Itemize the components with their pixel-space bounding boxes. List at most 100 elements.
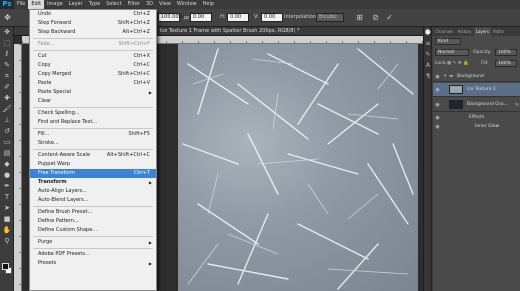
menu-item-define-brush[interactable]: Define Brush Preset... (30, 208, 156, 217)
layer-group-background[interactable]: ◉ ▾ ▬ Background (433, 72, 520, 82)
menu-item-define-pattern[interactable]: Define Pattern... (30, 217, 156, 226)
menu-item-step-backward[interactable]: Step Backward Alt+Ctrl+Z (30, 28, 156, 37)
menu-item-auto-blend[interactable]: Auto-Blend Layers... (30, 196, 156, 205)
menu-item-cut[interactable]: Cut Ctrl+X (30, 52, 156, 61)
chevron-down-icon[interactable]: ▾ (444, 74, 446, 79)
eye-icon[interactable]: ◉ (434, 124, 441, 130)
move-icon[interactable]: ✥ (0, 27, 14, 38)
properties-panel-icon[interactable]: ≡ (424, 38, 432, 49)
menu-edit[interactable]: Edit (28, 0, 45, 9)
foreground-color-swatch[interactable] (2, 263, 9, 270)
menu-image[interactable]: Image (44, 0, 66, 9)
commit-transform-icon[interactable]: ✓ (384, 12, 395, 23)
vertical-ruler (14, 44, 22, 291)
menu-item-paste-special[interactable]: Paste Special ▶ (30, 88, 156, 97)
stamp-icon[interactable]: ⊥ (0, 115, 14, 126)
panel-tabs: Channels History Layers Paths (433, 27, 520, 36)
lasso-icon[interactable]: ℓ (0, 49, 14, 60)
type-icon[interactable]: T (0, 192, 14, 203)
warp-icon[interactable]: ⊞ (354, 12, 365, 23)
menu-type[interactable]: Type (86, 0, 103, 9)
menu-file[interactable]: File (14, 0, 28, 9)
hand-icon[interactable]: ✋ (0, 225, 14, 236)
tab-channels[interactable]: Channels (433, 27, 456, 36)
healing-icon[interactable]: ✚ (0, 93, 14, 104)
menu-item-clear[interactable]: Clear (30, 97, 156, 106)
menu-item-fill[interactable]: Fill... Shift+F5 (30, 130, 156, 139)
eye-icon[interactable]: ◉ (434, 74, 441, 80)
layers-panel: Channels History Layers Paths Kind Norma… (433, 27, 520, 291)
layer-ice-texture[interactable]: ◉ Ice Texture 1 (433, 83, 520, 97)
menu-item-copy[interactable]: Copy Ctrl+C (30, 61, 156, 70)
layer-background-gradient[interactable]: ◉ Background Gra... fx (433, 98, 520, 112)
character-panel-icon[interactable]: A (424, 60, 432, 71)
lock-icons[interactable]: ▦ ✎ ✥ 🔒 (447, 59, 469, 68)
cancel-transform-icon[interactable]: ⊘ (370, 12, 381, 23)
fill-field[interactable]: 100% (495, 60, 517, 67)
menu-item-auto-align[interactable]: Auto-Align Layers... (30, 187, 156, 196)
brush-icon[interactable]: 🖌 (0, 104, 14, 115)
menu-item-presets[interactable]: Presets ▶ (30, 259, 156, 268)
menu-view[interactable]: View (156, 0, 174, 9)
path-select-icon[interactable]: ➤ (0, 203, 14, 214)
width-percent-field[interactable]: 100.00% (158, 13, 183, 22)
tab-layers[interactable]: Layers (473, 27, 491, 36)
blur-icon[interactable]: ◆ (0, 159, 14, 170)
h-skew-field[interactable]: 0.00 (227, 13, 249, 22)
pen-icon[interactable]: ✒ (0, 181, 14, 192)
menu-item-content-aware-scale[interactable]: Content-Aware Scale Alt+Shift+Ctrl+C (30, 151, 156, 160)
ice-texture-canvas[interactable] (178, 44, 418, 291)
menu-3d[interactable]: 3D (143, 0, 156, 9)
layer-inner-glow-row[interactable]: ◉ Inner Glow (433, 122, 520, 131)
menu-help[interactable]: Help (200, 0, 217, 9)
menu-item-purge[interactable]: Purge ▶ (30, 238, 156, 247)
menu-item-transform[interactable]: Transform ▶ (30, 178, 156, 187)
gradient-icon[interactable]: ▤ (0, 148, 14, 159)
menu-item-stroke[interactable]: Stroke... (30, 139, 156, 148)
history-panel-icon[interactable]: ⌚ (424, 27, 432, 38)
opacity-field[interactable]: 100% (495, 49, 517, 56)
brush-panel-icon[interactable]: ✎ (424, 49, 432, 60)
menu-item-check-spelling[interactable]: Check Spelling... (30, 109, 156, 118)
menu-item-puppet-warp[interactable]: Puppet Warp (30, 160, 156, 169)
interpolation-select[interactable]: Bicubic (316, 13, 344, 22)
menu-select[interactable]: Select (103, 0, 124, 9)
blend-mode-select[interactable]: Normal (435, 49, 469, 56)
kind-filter-select[interactable]: Kind (435, 38, 461, 45)
crop-icon[interactable]: ⌗ (0, 71, 14, 82)
menu-item-copy-merged[interactable]: Copy Merged Shift+Ctrl+C (30, 70, 156, 79)
menu-layer[interactable]: Layer (66, 0, 86, 9)
paragraph-panel-icon[interactable]: ¶ (424, 71, 432, 82)
v-skew-field[interactable]: 0.00 (261, 13, 283, 22)
layer-name: Background (457, 74, 484, 79)
menu-window[interactable]: Window (174, 0, 200, 9)
zoom-icon[interactable]: ⚲ (0, 236, 14, 247)
quick-select-icon[interactable]: ✎ (0, 60, 14, 71)
dodge-icon[interactable]: ● (0, 170, 14, 181)
angle-field[interactable]: 0.00 (190, 13, 212, 22)
eye-icon[interactable]: ◉ (434, 115, 441, 121)
eyedropper-icon[interactable]: ✐ (0, 82, 14, 93)
move-tool-icon[interactable]: ✥ (2, 12, 13, 23)
shape-icon[interactable]: ■ (0, 214, 14, 225)
h-skew-label: H: (220, 14, 226, 20)
menu-item-define-custom-shape[interactable]: Define Custom Shape... (30, 226, 156, 235)
menu-item-pdf-presets[interactable]: Adobe PDF Presets... (30, 250, 156, 259)
app-logo: Ps (0, 0, 14, 9)
menu-item-find-replace[interactable]: Find and Replace Text... (30, 118, 156, 127)
eraser-icon[interactable]: ▭ (0, 137, 14, 148)
menu-filter[interactable]: Filter (125, 0, 143, 9)
menu-item-step-forward[interactable]: Step Forward Shift+Ctrl+Z (30, 19, 156, 28)
menu-item-undo[interactable]: Undo Ctrl+Z (30, 10, 156, 19)
eye-icon[interactable]: ◉ (434, 87, 441, 93)
menu-item-paste[interactable]: Paste Ctrl+V (30, 79, 156, 88)
marquee-icon[interactable]: ⬚ (0, 38, 14, 49)
history-brush-icon[interactable]: ↺ (0, 126, 14, 137)
tab-history[interactable]: History (456, 27, 474, 36)
eye-icon[interactable]: ◉ (434, 102, 441, 108)
menu-item-free-transform[interactable]: Free Transform Ctrl+T (30, 169, 156, 178)
fx-icon[interactable]: fx (515, 102, 519, 107)
right-panel-dock: ⌚ ≡ ✎ A ¶ Channels History Layers Paths … (423, 27, 520, 291)
layer-effects-row[interactable]: ◉ Effects (433, 113, 520, 122)
tab-paths[interactable]: Paths (491, 27, 506, 36)
